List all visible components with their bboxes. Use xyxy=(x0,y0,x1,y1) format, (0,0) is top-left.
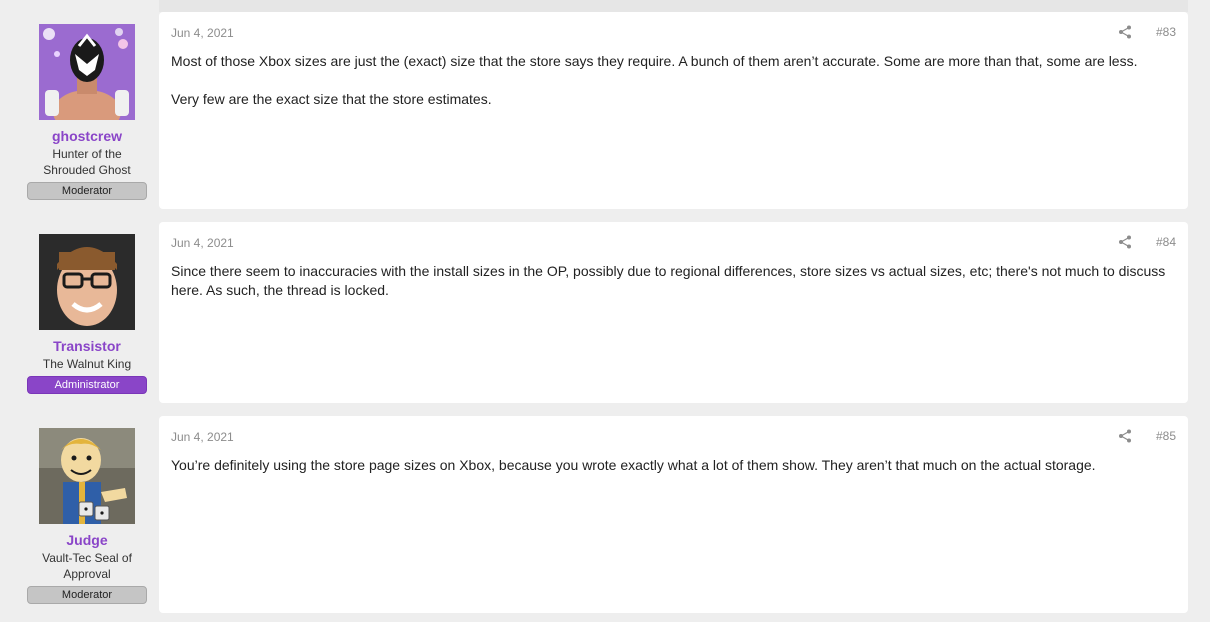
post-body: Since there seem to inaccuracies with th… xyxy=(171,262,1168,319)
role-badge: Moderator xyxy=(27,586,147,604)
user-info: Transistor The Walnut King Administrator xyxy=(27,234,147,394)
post-number[interactable]: #83 xyxy=(1156,25,1176,39)
avatar[interactable] xyxy=(39,24,135,120)
masked-wrestler-avatar-icon xyxy=(39,24,135,120)
post-paragraph: Most of those Xbox sizes are just the (e… xyxy=(171,53,1138,69)
role-badge: Moderator xyxy=(27,182,147,200)
vault-boy-dice-avatar-icon xyxy=(39,428,135,524)
post-card: Jun 4, 2021 #85 You’re definitely using … xyxy=(159,416,1188,613)
user-title: Hunter of the Shrouded Ghost xyxy=(43,147,131,177)
avatar[interactable] xyxy=(39,428,135,524)
post-card: Jun 4, 2021 #83 Most of those Xbox sizes… xyxy=(159,12,1188,209)
post-paragraph: You’re definitely using the store page s… xyxy=(171,457,1096,473)
post-paragraph: Very few are the exact size that the sto… xyxy=(171,91,492,107)
post-actions: #84 xyxy=(1118,235,1176,249)
user-title: The Walnut King xyxy=(42,357,132,371)
username[interactable]: Transistor xyxy=(27,338,147,354)
smiling-man-glasses-avatar-icon xyxy=(39,234,135,330)
user-info: Judge Vault-Tec Seal of Approval Moderat… xyxy=(27,428,147,604)
post-date[interactable]: Jun 4, 2021 xyxy=(171,236,234,250)
user-info: ghostcrew Hunter of the Shrouded Ghost M… xyxy=(27,24,147,200)
post-paragraph: Since there seem to inaccuracies with th… xyxy=(171,263,1166,298)
post-actions: #83 xyxy=(1118,25,1176,39)
post-body: Most of those Xbox sizes are just the (e… xyxy=(171,52,1168,128)
post-number[interactable]: #85 xyxy=(1156,429,1176,443)
post-card: Jun 4, 2021 #84 Since there seem to inac… xyxy=(159,222,1188,403)
share-icon[interactable] xyxy=(1118,429,1132,443)
post-actions: #85 xyxy=(1118,429,1176,443)
post-date[interactable]: Jun 4, 2021 xyxy=(171,26,234,40)
share-icon[interactable] xyxy=(1118,235,1132,249)
user-title: Vault-Tec Seal of Approval xyxy=(42,551,132,581)
previous-post-edge xyxy=(159,0,1188,12)
share-icon[interactable] xyxy=(1118,25,1132,39)
post-number[interactable]: #84 xyxy=(1156,235,1176,249)
username[interactable]: Judge xyxy=(27,532,147,548)
avatar[interactable] xyxy=(39,234,135,330)
role-badge: Administrator xyxy=(27,376,147,394)
username[interactable]: ghostcrew xyxy=(27,128,147,144)
post-date[interactable]: Jun 4, 2021 xyxy=(171,430,234,444)
thread-posts: ghostcrew Hunter of the Shrouded Ghost M… xyxy=(0,0,1210,622)
post-body: You’re definitely using the store page s… xyxy=(171,456,1168,494)
